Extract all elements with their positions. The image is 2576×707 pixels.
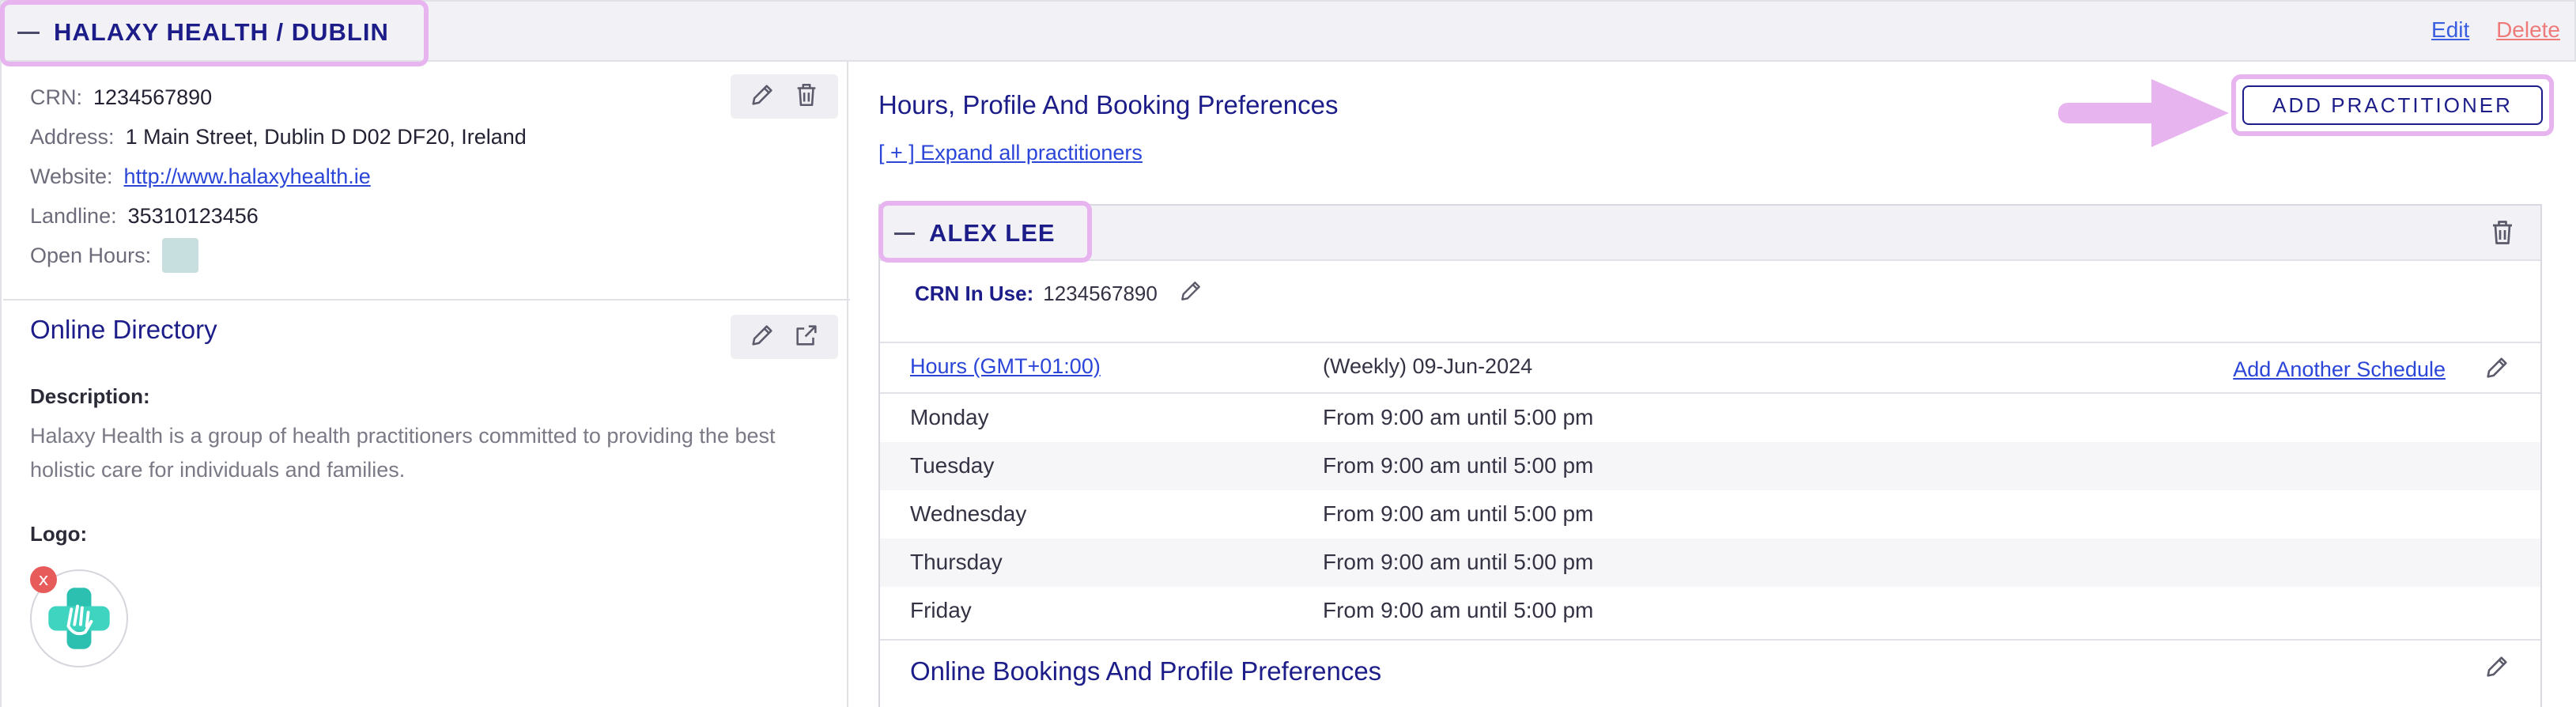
day-label: Friday [910,598,972,622]
schedule-row: Thursday From 9:00 am until 5:00 pm [880,539,2540,587]
remove-logo-icon[interactable]: x [30,566,57,593]
schedule-row: Wednesday From 9:00 am until 5:00 pm [880,490,2540,539]
day-label: Thursday [910,550,1003,574]
expand-all-link[interactable]: [ + ] Expand all practitioners [878,141,1143,165]
day-hours: From 9:00 am until 5:00 pm [1323,598,1594,622]
pencil-icon[interactable] [749,322,776,353]
open-hours-swatch[interactable] [162,238,199,273]
day-hours: From 9:00 am until 5:00 pm [1323,453,1594,478]
crn-label: CRN: [30,85,82,109]
preferences-panel: Hours, Profile And Booking Preferences [… [850,62,2576,707]
schedule-row: Friday From 9:00 am until 5:00 pm [880,587,2540,635]
schedule-period: (Weekly) 09-Jun-2024 [1323,354,1533,378]
clinic-title-highlight [0,0,429,66]
day-hours: From 9:00 am until 5:00 pm [1323,550,1594,574]
crn-in-use-value: 1234567890 [1043,282,1158,305]
online-bookings-title: Online Bookings And Profile Preferences [910,656,1382,686]
day-label: Tuesday [910,453,995,478]
trash-icon[interactable] [793,81,820,112]
day-hours: From 9:00 am until 5:00 pm [1323,405,1594,429]
address-value: 1 Main Street, Dublin D D02 DF20, Irelan… [125,125,527,149]
trash-icon[interactable] [2488,218,2517,251]
add-practitioner-button[interactable]: ADD PRACTITIONER [2242,85,2543,125]
pencil-icon[interactable] [1178,278,1203,309]
practitioner-header [880,206,2540,261]
day-label: Wednesday [910,501,1027,526]
website-label: Website: [30,164,113,188]
pencil-icon[interactable] [749,81,776,112]
preferences-title: Hours, Profile And Booking Preferences [878,90,1339,119]
hours-timezone-link[interactable]: Hours (GMT+01:00) [910,354,1101,379]
schedule-header: Hours (GMT+01:00) (Weekly) 09-Jun-2024 A… [880,342,2540,394]
description-label: Description: [30,384,150,408]
online-directory-tools [731,315,838,359]
schedule-table: Hours (GMT+01:00) (Weekly) 09-Jun-2024 A… [880,342,2540,635]
clinic-info-tools [731,74,838,119]
online-directory-title: Online Directory [30,315,217,344]
external-link-icon[interactable] [793,322,820,353]
crn-in-use-label: CRN In Use: [915,282,1034,305]
section-divider [3,299,850,301]
clinic-info: CRN: 1234567890 Address: 1 Main Street, Du… [30,78,527,275]
address-label: Address: [30,125,115,149]
add-schedule-link[interactable]: Add Another Schedule [2233,357,2446,382]
crn-value: 1234567890 [93,85,213,109]
arrow-icon [2058,79,2229,147]
edit-link[interactable]: Edit [2431,17,2469,42]
schedule-row: Tuesday From 9:00 am until 5:00 pm [880,442,2540,490]
delete-link[interactable]: Delete [2496,17,2560,42]
website-link[interactable]: http://www.halaxyhealth.ie [124,157,371,196]
pencil-icon[interactable] [2483,354,2510,387]
day-hours: From 9:00 am until 5:00 pm [1323,501,1594,526]
logo-label: Logo: [30,522,88,546]
pencil-icon[interactable] [2483,653,2510,684]
crn-in-use-row: CRN In Use: 1234567890 [915,278,1203,309]
landline-value: 35310123456 [127,204,259,228]
schedule-row: Monday From 9:00 am until 5:00 pm [880,394,2540,442]
practitioner-card: ALEX LEE CRN In Use: 1234567890 Hours (G… [878,204,2542,707]
online-bookings-section: Online Bookings And Profile Preferences [880,639,2540,707]
header-actions: Edit Delete [2411,17,2560,43]
landline-label: Landline: [30,204,117,228]
clinic-details-panel: CRN: 1234567890 Address: 1 Main Street, Du… [0,62,850,707]
practitioner-name-highlight [878,201,1092,263]
description-text: Halaxy Health is a group of health pract… [30,424,776,482]
day-label: Monday [910,405,989,429]
open-hours-label: Open Hours: [30,244,152,267]
